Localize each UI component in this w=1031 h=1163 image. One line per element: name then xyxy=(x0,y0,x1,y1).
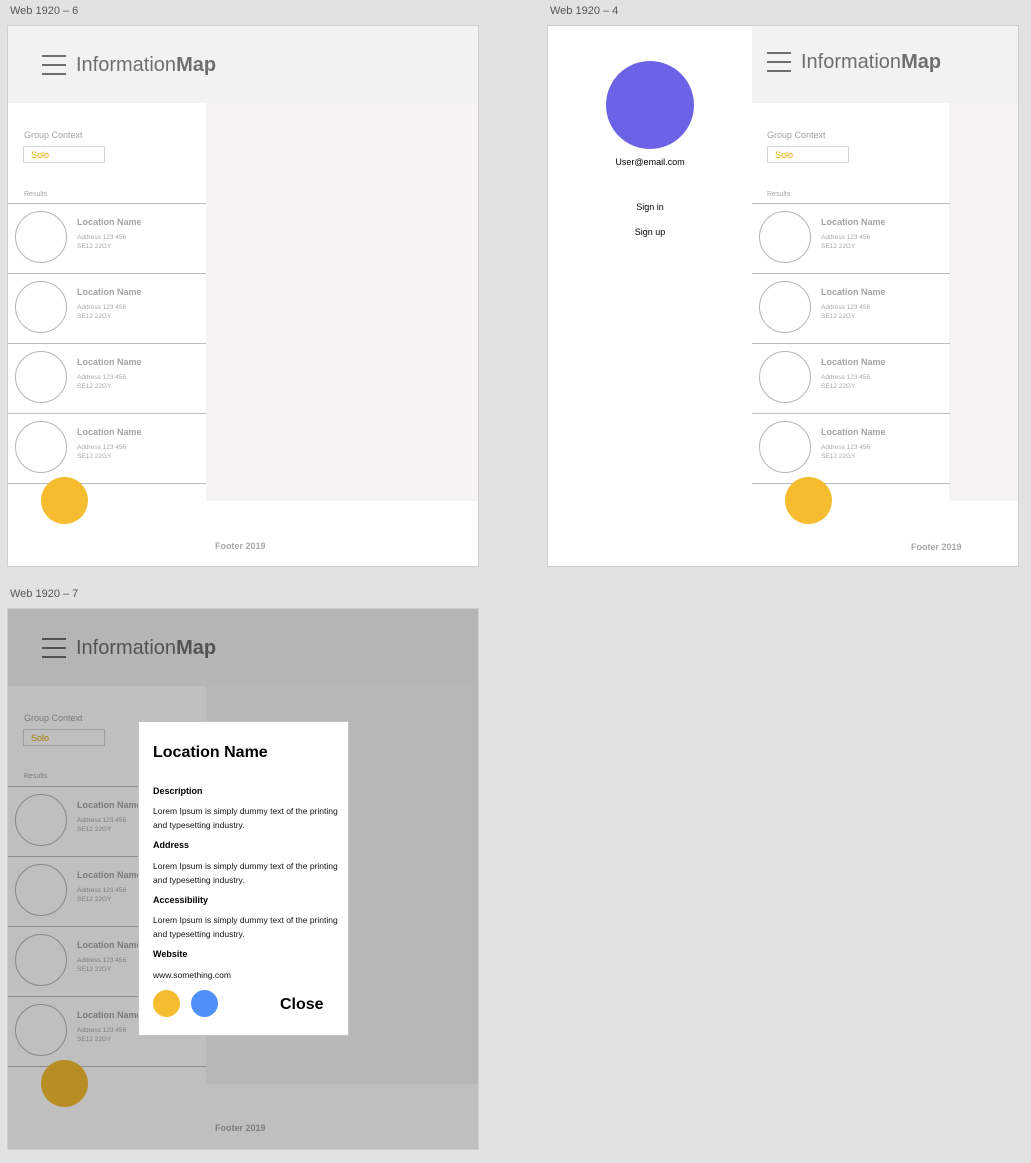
location-address: Address 123 456 xyxy=(821,374,871,381)
location-thumbnail xyxy=(15,281,67,333)
group-context-select[interactable]: Solo xyxy=(767,146,849,163)
list-item[interactable]: Location Name Address 123 456 SE12 22GY xyxy=(8,273,206,343)
list-item[interactable]: Location Name Address 123 456 SE12 22GY xyxy=(8,203,206,273)
map-area[interactable] xyxy=(949,103,1018,501)
location-postcode: SE12 22GY xyxy=(821,453,856,460)
location-address: Address 123 456 xyxy=(77,304,127,311)
map-area[interactable] xyxy=(206,103,478,501)
location-thumbnail xyxy=(759,351,811,403)
address-text: Lorem Ipsum is simply dummy text of the … xyxy=(153,861,338,885)
brand-bold: Map xyxy=(901,51,942,73)
location-address: Address 123 456 xyxy=(77,444,127,451)
group-context-label: Group Context xyxy=(767,130,826,140)
app-brand: InformationMap xyxy=(76,54,216,77)
floating-action-button[interactable] xyxy=(785,477,832,524)
accessibility-heading: Accessibility xyxy=(153,895,209,905)
shifted-main-view: InformationMap Group Context Solo Result… xyxy=(752,26,1018,566)
list-item[interactable]: Location Name Address 123 456 SE12 22GY xyxy=(752,413,950,484)
results-label: Results xyxy=(767,191,791,198)
description-heading: Description xyxy=(153,786,203,796)
list-item[interactable]: Location Name Address 123 456 SE12 22GY xyxy=(752,273,950,343)
location-postcode: SE12 22GY xyxy=(77,453,112,460)
artboard-web-1920-4: User@email.com Sign in Sign up Informati… xyxy=(547,25,1019,567)
artboard-label-4: Web 1920 – 4 xyxy=(550,5,619,17)
website-link[interactable]: www.something.com xyxy=(153,968,343,982)
group-context-label: Group Context xyxy=(24,130,83,140)
location-name: Location Name xyxy=(821,357,886,367)
list-item[interactable]: Location Name Address 123 456 SE12 22GY xyxy=(8,413,206,484)
artboard-label-6: Web 1920 – 6 xyxy=(10,5,79,17)
results-label: Results xyxy=(24,191,48,198)
modal-title: Location Name xyxy=(153,744,268,761)
brand-light: Information xyxy=(76,54,177,76)
location-name: Location Name xyxy=(821,427,886,437)
group-context-select[interactable]: Solo xyxy=(23,146,105,163)
location-address: Address 123 456 xyxy=(821,304,871,311)
location-postcode: SE12 22GY xyxy=(821,243,856,250)
location-postcode: SE12 22GY xyxy=(77,313,112,320)
sign-in-link[interactable]: Sign in xyxy=(548,202,752,212)
blue-action-button[interactable] xyxy=(191,990,218,1017)
brand-bold: Map xyxy=(176,54,217,76)
website-heading: Website xyxy=(153,949,188,959)
footer-text: Footer 2019 xyxy=(911,542,962,552)
sign-up-link[interactable]: Sign up xyxy=(548,227,752,237)
floating-action-button[interactable] xyxy=(41,477,88,524)
results-list: Location Name Address 123 456 SE12 22GY … xyxy=(752,203,950,484)
yellow-action-button[interactable] xyxy=(153,990,180,1017)
results-list: Location Name Address 123 456 SE12 22GY … xyxy=(8,203,206,484)
close-button[interactable]: Close xyxy=(280,996,324,1014)
location-postcode: SE12 22GY xyxy=(77,243,112,250)
artboard-label-7: Web 1920 – 7 xyxy=(10,588,79,600)
location-thumbnail xyxy=(15,211,67,263)
location-address: Address 123 456 xyxy=(821,234,871,241)
description-text: Lorem Ipsum is simply dummy text of the … xyxy=(153,806,338,830)
address-heading: Address xyxy=(153,840,190,850)
brand-light: Information xyxy=(801,51,902,73)
location-thumbnail xyxy=(759,281,811,333)
location-name: Location Name xyxy=(77,357,142,367)
list-item[interactable]: Location Name Address 123 456 SE12 22GY xyxy=(752,343,950,413)
hamburger-menu-icon[interactable] xyxy=(767,52,791,72)
artboard-web-1920-7: InformationMap Group Context Solo Result… xyxy=(7,608,479,1150)
location-thumbnail xyxy=(15,351,67,403)
list-item[interactable]: Location Name Address 123 456 SE12 22GY xyxy=(8,343,206,413)
location-postcode: SE12 22GY xyxy=(821,383,856,390)
header: InformationMap xyxy=(8,26,478,103)
location-name: Location Name xyxy=(77,287,142,297)
footer-text: Footer 2019 xyxy=(215,541,266,551)
location-name: Location Name xyxy=(77,427,142,437)
user-avatar[interactable] xyxy=(606,61,694,149)
user-email: User@email.com xyxy=(615,157,685,167)
location-thumbnail xyxy=(15,421,67,473)
location-thumbnail xyxy=(759,421,811,473)
location-name: Location Name xyxy=(77,217,142,227)
location-name: Location Name xyxy=(821,217,886,227)
location-postcode: SE12 22GY xyxy=(77,383,112,390)
list-item[interactable]: Location Name Address 123 456 SE12 22GY xyxy=(752,203,950,273)
hamburger-menu-icon[interactable] xyxy=(42,55,66,75)
accessibility-text: Lorem Ipsum is simply dummy text of the … xyxy=(153,915,338,939)
location-name: Location Name xyxy=(821,287,886,297)
location-address: Address 123 456 xyxy=(77,234,127,241)
location-address: Address 123 456 xyxy=(77,374,127,381)
app-brand: InformationMap xyxy=(801,51,941,74)
location-thumbnail xyxy=(759,211,811,263)
location-address: Address 123 456 xyxy=(821,444,871,451)
location-detail-modal: Location Name Description Lorem Ipsum is… xyxy=(138,721,349,1036)
artboard-web-1920-6: InformationMap Group Context Solo Result… xyxy=(7,25,479,567)
header: InformationMap xyxy=(752,26,1018,103)
location-postcode: SE12 22GY xyxy=(821,313,856,320)
